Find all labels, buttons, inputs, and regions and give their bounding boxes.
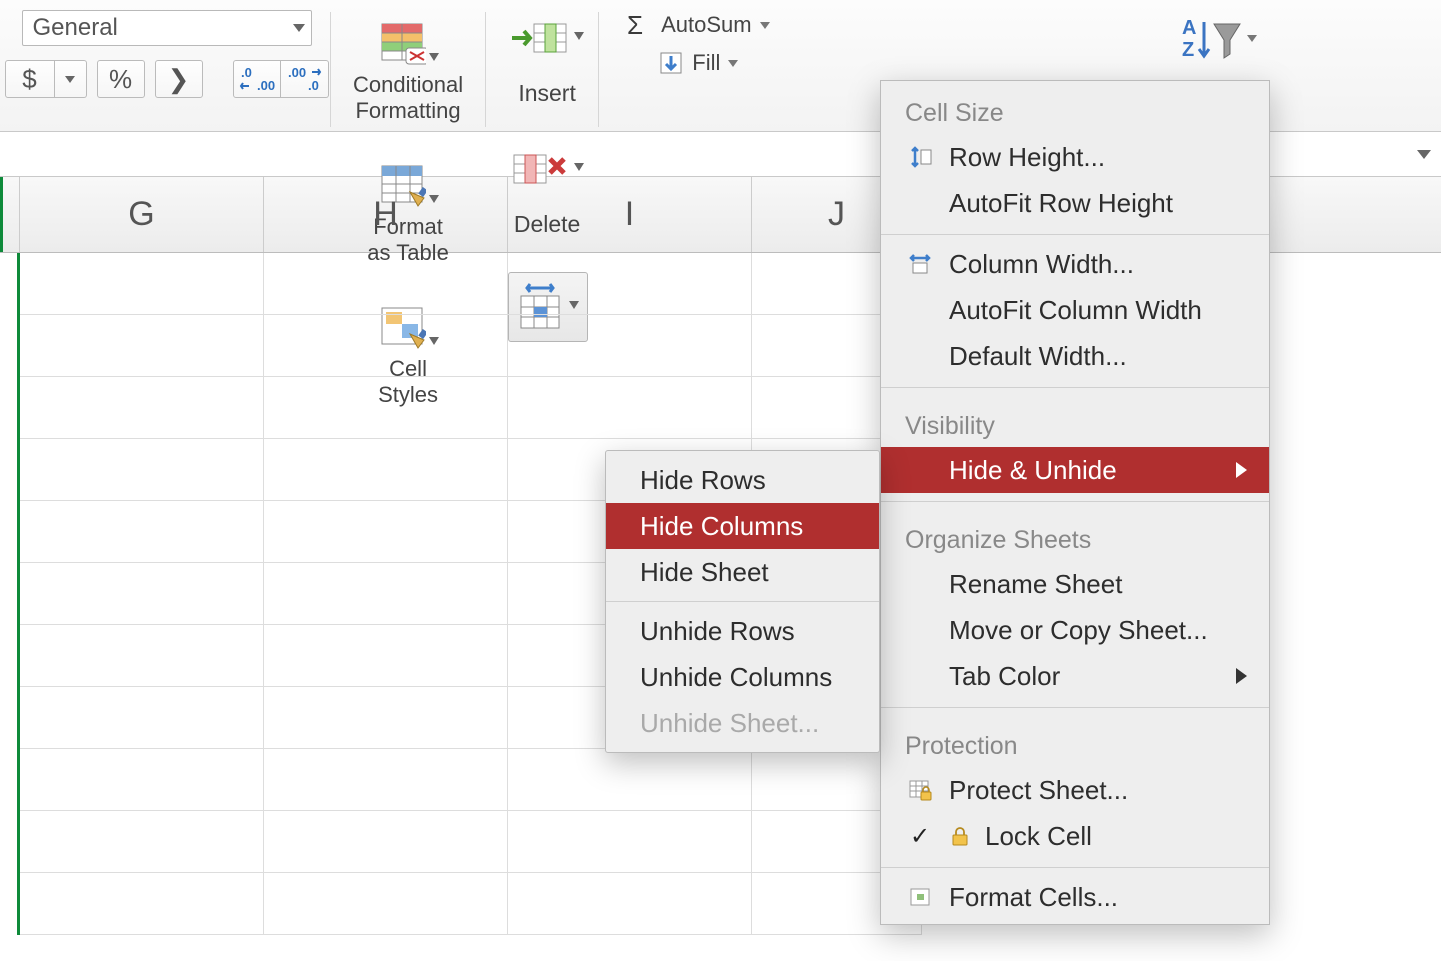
protect-sheet-icon — [908, 778, 932, 802]
percent-button[interactable]: % — [97, 60, 145, 98]
expand-formula-bar-icon[interactable] — [1417, 150, 1431, 159]
currency-split-button[interactable]: $ — [5, 60, 87, 98]
menu-item-column-width[interactable]: Column Width... — [881, 241, 1269, 287]
autosum-button[interactable]: Σ AutoSum — [627, 12, 770, 38]
hide-unhide-submenu: Hide Rows Hide Columns Hide Sheet Unhide… — [605, 450, 880, 753]
conditional-formatting-label: Conditional Formatting — [353, 72, 463, 124]
svg-text:A: A — [1182, 17, 1196, 39]
menu-section-protection: Protection — [881, 714, 1269, 767]
selection-edge — [17, 253, 20, 935]
menu-item-rename-sheet[interactable]: Rename Sheet — [881, 561, 1269, 607]
chevron-down-icon — [728, 60, 738, 67]
fill-button[interactable]: Fill — [658, 50, 738, 76]
conditional-formatting-icon — [378, 18, 426, 66]
menu-item-tab-color[interactable]: Tab Color — [881, 653, 1269, 699]
column-header-h[interactable]: H — [264, 177, 508, 252]
submenu-item-hide-sheet[interactable]: Hide Sheet — [606, 549, 879, 595]
menu-item-autofit-row-height[interactable]: AutoFit Row Height — [881, 180, 1269, 226]
submenu-item-unhide-columns[interactable]: Unhide Columns — [606, 654, 879, 700]
menu-item-default-width[interactable]: Default Width... — [881, 333, 1269, 379]
chevron-down-icon — [429, 53, 439, 61]
insert-label: Insert — [518, 80, 576, 107]
comma-style-button[interactable]: ❯ — [155, 60, 203, 98]
increase-decimal-button[interactable]: .0 .00 — [233, 60, 281, 98]
format-cells-small-icon — [908, 885, 932, 909]
header-stub[interactable] — [0, 177, 20, 252]
svg-text:.0: .0 — [241, 66, 252, 80]
svg-text:Z: Z — [1182, 39, 1194, 61]
sort-filter-button[interactable]: A Z — [1182, 14, 1257, 62]
menu-item-hide-unhide[interactable]: Hide & Unhide — [881, 447, 1269, 493]
submenu-item-unhide-sheet: Unhide Sheet... — [606, 700, 879, 746]
fill-label: Fill — [692, 50, 720, 76]
chevron-down-icon — [574, 163, 584, 171]
column-width-icon — [908, 252, 932, 276]
number-format-dropdown[interactable]: General — [22, 10, 312, 46]
submenu-arrow-icon — [1236, 668, 1247, 684]
column-header-i[interactable]: I — [508, 177, 752, 252]
chevron-down-icon — [574, 32, 584, 40]
sigma-icon: Σ — [627, 12, 653, 38]
menu-item-autofit-column-width[interactable]: AutoFit Column Width — [881, 287, 1269, 333]
menu-item-protect-sheet[interactable]: Protect Sheet... — [881, 767, 1269, 813]
svg-text:Σ: Σ — [627, 12, 643, 38]
conditional-formatting-button[interactable]: Conditional Formatting — [353, 10, 463, 124]
format-dropdown-menu: Cell Size Row Height... AutoFit Row Heig… — [880, 80, 1270, 925]
menu-section-visibility: Visibility — [881, 394, 1269, 447]
fill-down-icon — [658, 50, 684, 76]
svg-text:.00: .00 — [257, 78, 275, 92]
submenu-arrow-icon — [1236, 462, 1247, 478]
menu-section-cell-size: Cell Size — [881, 81, 1269, 134]
submenu-item-unhide-rows[interactable]: Unhide Rows — [606, 608, 879, 654]
menu-item-row-height[interactable]: Row Height... — [881, 134, 1269, 180]
number-format-value: General — [33, 14, 118, 42]
svg-text:.0: .0 — [308, 78, 319, 92]
checkmark-icon: ✓ — [905, 822, 935, 851]
svg-text:.00: .00 — [288, 66, 306, 80]
autosum-label: AutoSum — [661, 12, 752, 38]
chevron-down-icon — [760, 22, 770, 29]
editing-group: Σ AutoSum Fill — [599, 10, 786, 76]
chevron-down-icon — [1247, 35, 1257, 42]
submenu-item-hide-columns[interactable]: Hide Columns — [606, 503, 879, 549]
menu-item-move-copy-sheet[interactable]: Move or Copy Sheet... — [881, 607, 1269, 653]
menu-item-lock-cell[interactable]: ✓ Lock Cell — [881, 813, 1269, 859]
menu-item-format-cells[interactable]: Format Cells... — [881, 874, 1269, 920]
sort-filter-icon: A Z — [1182, 14, 1242, 62]
insert-cells-icon — [510, 20, 570, 56]
decrease-decimal-button[interactable]: .00.0 — [281, 60, 329, 98]
lock-icon — [949, 825, 971, 847]
number-group: General $ % ❯ .0.00 .00.0 — [0, 10, 330, 98]
currency-dropdown[interactable] — [55, 60, 87, 98]
submenu-item-hide-rows[interactable]: Hide Rows — [606, 457, 879, 503]
chevron-down-icon — [293, 24, 305, 32]
column-header-g[interactable]: G — [20, 177, 264, 252]
currency-button[interactable]: $ — [5, 60, 55, 98]
insert-button[interactable]: Insert — [510, 10, 584, 107]
row-height-icon — [908, 145, 932, 169]
menu-section-organize: Organize Sheets — [881, 508, 1269, 561]
